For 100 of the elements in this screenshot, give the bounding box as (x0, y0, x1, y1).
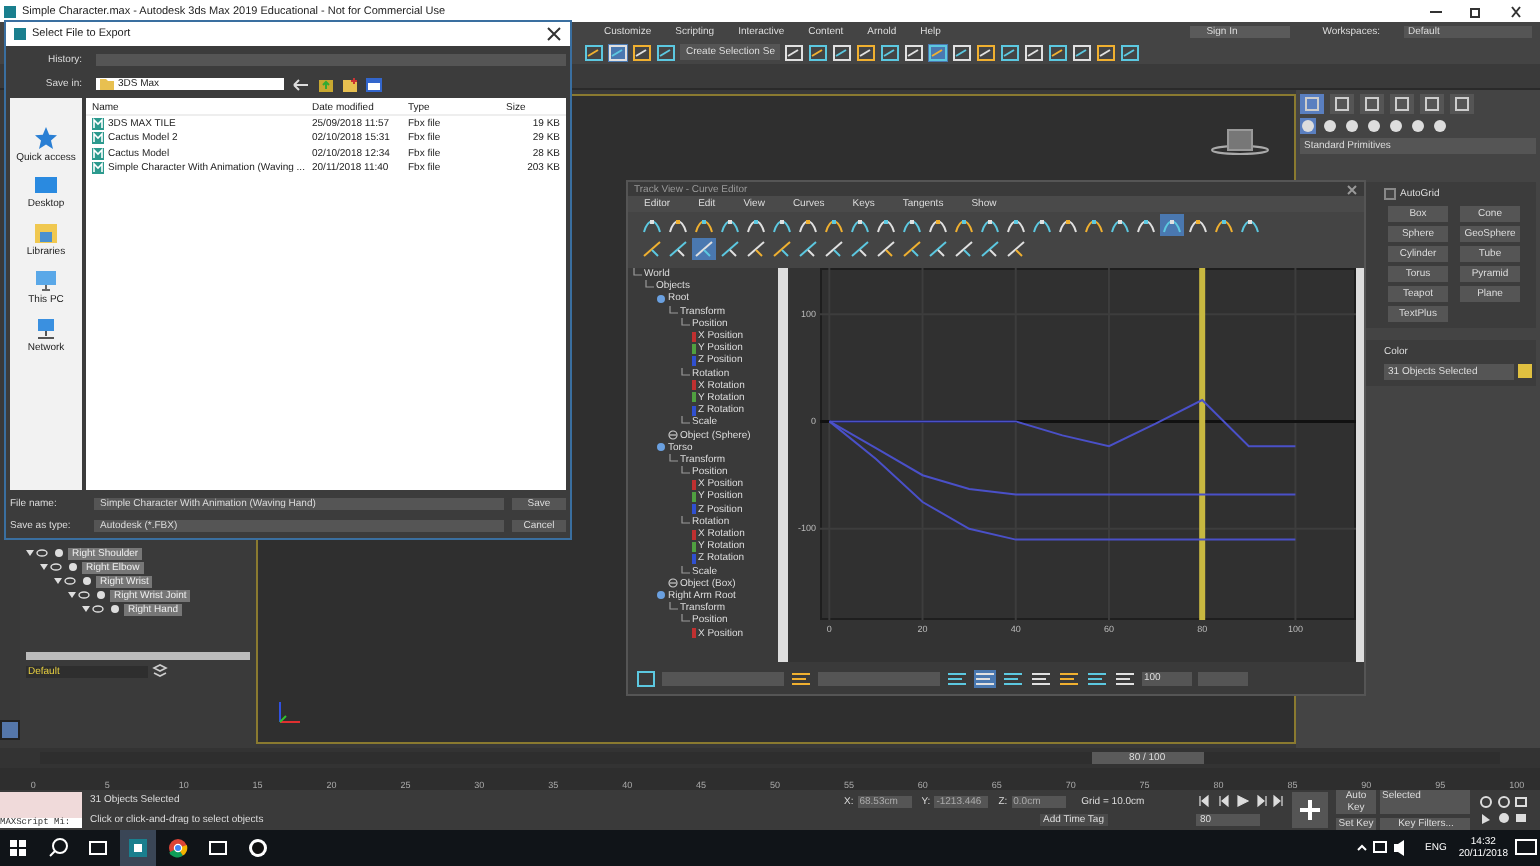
category-icon[interactable] (1366, 118, 1382, 134)
tool-icon[interactable] (952, 237, 976, 259)
eye-icon[interactable] (68, 590, 92, 600)
up-folder-icon[interactable] (318, 77, 334, 91)
collapse-icon (668, 578, 678, 589)
tool-icon[interactable] (1002, 669, 1024, 687)
tool-icon[interactable] (1048, 43, 1069, 61)
tool-icon[interactable] (904, 43, 925, 61)
desktop-icon (34, 176, 58, 196)
restore-icon[interactable] (1468, 5, 1484, 17)
object-dot-icon (656, 293, 666, 304)
tool-icon[interactable] (656, 43, 676, 61)
new-folder-icon[interactable] (342, 77, 358, 91)
eye-icon[interactable] (82, 604, 106, 614)
collapse-icon (668, 430, 678, 441)
tool-icon[interactable] (874, 237, 898, 259)
branch-line (680, 416, 690, 429)
view-cube-icon[interactable] (1210, 128, 1270, 156)
tool-icon[interactable] (974, 669, 996, 687)
panel-tab[interactable] (1450, 94, 1474, 114)
panel-tab[interactable] (1390, 94, 1414, 114)
tool-icon[interactable] (770, 237, 794, 259)
back-arrow-icon[interactable] (292, 77, 310, 91)
viewport-layout-icon[interactable] (0, 720, 20, 740)
playback-controls-icon[interactable] (1196, 794, 1284, 808)
value-field[interactable] (1198, 671, 1248, 685)
tool-icon[interactable] (790, 669, 812, 687)
category-icon[interactable] (1432, 118, 1448, 134)
minimize-icon[interactable] (1428, 5, 1444, 17)
close-icon[interactable] (1508, 5, 1524, 17)
scroll-bar[interactable] (1355, 268, 1364, 662)
tool-icon[interactable] (952, 43, 973, 61)
tool-icon[interactable] (1120, 43, 1141, 61)
tool-icon[interactable] (1024, 43, 1045, 61)
animation-curve[interactable] (827, 398, 1296, 448)
tool-icon[interactable] (784, 43, 805, 61)
tool-icon[interactable] (976, 43, 997, 61)
category-icon[interactable] (1410, 118, 1426, 134)
layer-stack-icon[interactable] (152, 664, 168, 678)
tool-icon[interactable] (832, 43, 853, 61)
dialog-logo-icon (14, 28, 26, 40)
tool-icon[interactable] (848, 237, 872, 259)
tool-icon[interactable] (928, 43, 949, 61)
panel-tab[interactable] (1330, 94, 1354, 114)
tool-icon[interactable] (608, 43, 628, 61)
tool-icon[interactable] (1072, 43, 1093, 61)
tool-icon[interactable] (1004, 237, 1028, 259)
notification-icon[interactable] (1512, 836, 1540, 860)
scroll-bar[interactable] (778, 268, 788, 662)
taskbar-app[interactable] (120, 830, 156, 866)
tool-icon[interactable] (946, 669, 968, 687)
animation-curve[interactable] (827, 420, 1296, 496)
tool-icon[interactable] (1096, 43, 1117, 61)
zoom-icon[interactable] (636, 669, 656, 687)
tool-icon[interactable] (880, 43, 901, 61)
current-frame-line[interactable] (1198, 268, 1205, 620)
tool-icon[interactable] (822, 237, 846, 259)
branch-line (680, 367, 690, 380)
axis-tripod-icon (274, 698, 302, 726)
track-name-field[interactable] (662, 671, 784, 685)
category-icon[interactable] (1322, 118, 1338, 134)
tool-icon[interactable] (692, 237, 716, 259)
tool-icon[interactable] (926, 237, 950, 259)
tool-icon[interactable] (632, 43, 652, 61)
tool-icon[interactable] (1160, 213, 1184, 235)
eye-icon[interactable] (54, 576, 78, 586)
category-icon[interactable] (1344, 118, 1360, 134)
tool-icon[interactable] (978, 237, 1002, 259)
autogrid-checkbox[interactable] (1384, 188, 1396, 200)
category-icon[interactable] (1388, 118, 1404, 134)
tool-icon[interactable] (584, 43, 604, 61)
view-menu-icon[interactable] (366, 77, 382, 91)
tool-icon[interactable] (900, 237, 924, 259)
computer-icon (34, 270, 58, 292)
tool-icon[interactable] (808, 43, 829, 61)
set-key-plus-button[interactable] (1292, 792, 1328, 828)
tool-icon[interactable] (640, 237, 664, 259)
tool-icon[interactable] (718, 237, 742, 259)
eye-icon[interactable] (26, 548, 50, 558)
navigation-controls-icon[interactable] (1478, 794, 1530, 826)
browser-icon (168, 838, 188, 858)
network-icon (34, 318, 58, 340)
tool-icon[interactable] (1086, 669, 1108, 687)
tool-icon[interactable] (1058, 669, 1080, 687)
tool-icon[interactable] (744, 237, 768, 259)
tool-icon[interactable] (666, 237, 690, 259)
panel-tab[interactable] (1360, 94, 1384, 114)
library-folder-icon (34, 222, 58, 244)
tool-icon[interactable] (796, 237, 820, 259)
panel-tab[interactable] (1420, 94, 1444, 114)
color-swatch[interactable] (1518, 364, 1532, 378)
app-logo-icon (128, 838, 148, 858)
tool-icon[interactable] (856, 43, 877, 61)
tool-icon[interactable] (1000, 43, 1021, 61)
close-icon[interactable] (546, 26, 562, 42)
scroll-bar[interactable] (26, 652, 250, 660)
window-icon (208, 838, 228, 858)
tool-icon[interactable] (1030, 669, 1052, 687)
tool-icon[interactable] (1114, 669, 1136, 687)
eye-icon[interactable] (40, 562, 64, 572)
